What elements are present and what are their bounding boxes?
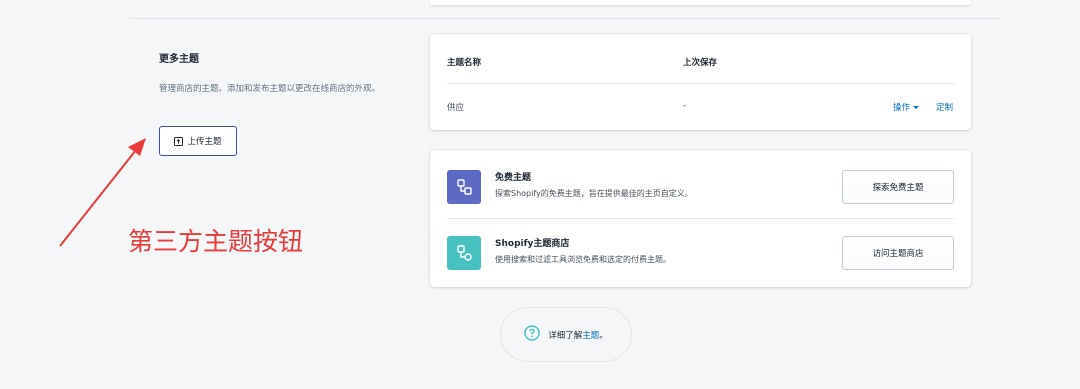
annotation-label: 第三方主题按钮	[128, 227, 304, 256]
annotation-arrow	[59, 138, 146, 247]
